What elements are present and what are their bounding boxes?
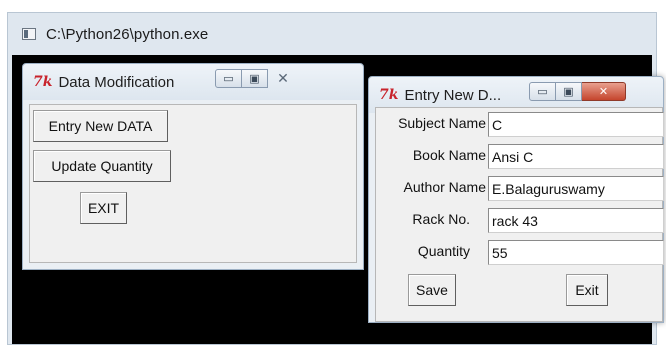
author-name-label: Author Name: [403, 179, 486, 195]
entry-new-data-title: Entry New D...: [404, 86, 502, 104]
book-name-input[interactable]: Ansi C: [488, 144, 664, 169]
subject-name-label: Subject Name: [398, 115, 486, 131]
console-titlebar[interactable]: C:\Python26\python.exe: [8, 13, 656, 55]
update-quantity-button[interactable]: Update Quantity: [33, 150, 171, 182]
quantity-input[interactable]: 55: [488, 240, 664, 265]
minimize-icon[interactable]: ▭: [529, 82, 556, 101]
data-modification-body: Entry New DATA Update Quantity EXIT: [29, 104, 357, 263]
data-modification-window: 7k Data Modification ▭ ▣ ✕ Entry New DAT…: [22, 63, 364, 270]
console-title: C:\Python26\python.exe: [46, 25, 209, 43]
close-icon[interactable]: ✕: [268, 69, 298, 88]
maximize-icon[interactable]: ▣: [556, 82, 582, 101]
minimize-icon[interactable]: ▭: [215, 69, 242, 88]
book-name-label: Book Name: [412, 147, 486, 163]
entry-form: Subject Name C Book Name Ansi C Author N…: [375, 107, 664, 322]
exit-button[interactable]: EXIT: [80, 192, 127, 224]
rack-no-input[interactable]: rack 43: [488, 208, 664, 233]
entry-new-data-window: 7k Entry New D... ▭ ▣ ✕ Subject Name C B…: [368, 76, 664, 323]
console-app-icon: [22, 28, 36, 40]
tk-feather-icon: 7k: [33, 74, 53, 90]
tk-feather-icon: 7k: [379, 87, 399, 103]
subject-name-input[interactable]: C: [488, 112, 664, 137]
rack-no-label: Rack No.: [412, 211, 470, 227]
author-name-input[interactable]: E.Balaguruswamy: [488, 176, 664, 201]
maximize-icon[interactable]: ▣: [242, 69, 268, 88]
data-modification-title: Data Modification: [58, 73, 175, 91]
entry-new-data-button[interactable]: Entry New DATA: [33, 110, 168, 142]
save-button[interactable]: Save: [408, 274, 456, 306]
data-modification-titlebar[interactable]: 7k Data Modification ▭ ▣ ✕: [23, 64, 363, 100]
exit-button[interactable]: Exit: [566, 274, 608, 306]
close-icon[interactable]: ✕: [582, 82, 626, 101]
quantity-label: Quantity: [417, 243, 470, 259]
